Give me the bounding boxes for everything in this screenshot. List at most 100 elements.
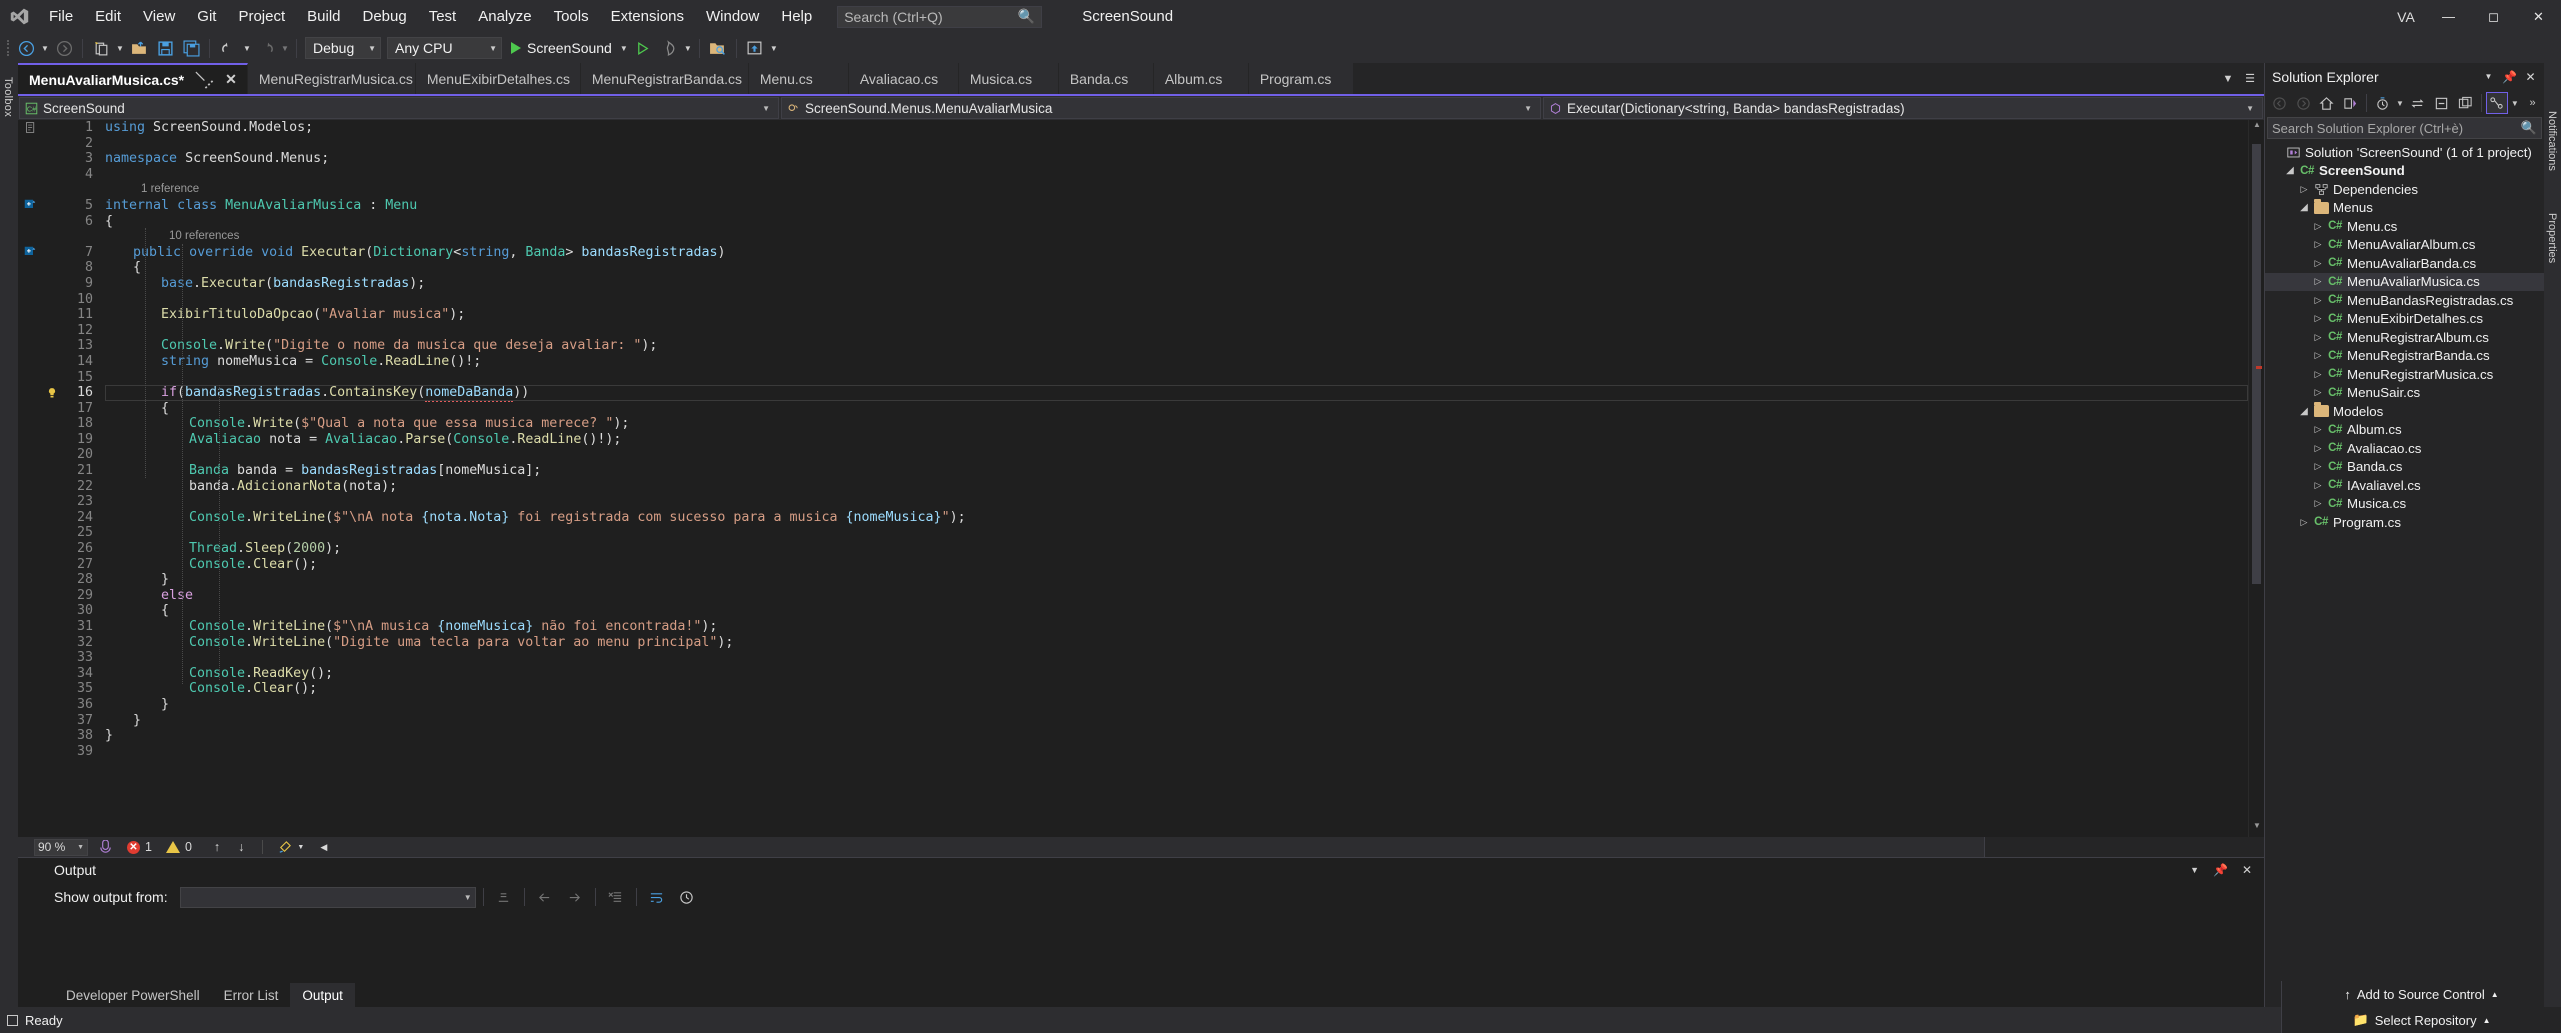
collapsed-twisty-icon[interactable]: ▷ bbox=[2311, 443, 2325, 454]
code-line[interactable] bbox=[105, 323, 2248, 339]
save-all-icon[interactable] bbox=[178, 35, 204, 61]
next-issue-button[interactable]: ↓ bbox=[238, 840, 244, 854]
code-line[interactable]: string nomeMusica = Console.ReadLine()!; bbox=[105, 354, 2248, 370]
code-line[interactable]: if(bandasRegistradas.ContainsKey(nomeDaB… bbox=[105, 385, 2248, 403]
build-configuration-select[interactable]: Debug ▼ bbox=[305, 37, 381, 59]
pending-changes-icon[interactable] bbox=[2339, 92, 2362, 114]
menu-project[interactable]: Project bbox=[227, 0, 296, 33]
quick-search-input[interactable]: Search (Ctrl+Q) 🔍 bbox=[837, 5, 1043, 28]
properties-label[interactable]: Properties bbox=[2546, 213, 2558, 263]
word-wrap-icon[interactable] bbox=[644, 885, 670, 909]
undo-dropdown[interactable]: ▼ bbox=[241, 35, 253, 61]
close-tab-icon[interactable]: ✕ bbox=[225, 71, 237, 88]
code-line[interactable]: internal class MenuAvaliarMusica : Menu bbox=[105, 198, 2248, 214]
tree-item-menuavaliarmusica-cs[interactable]: ▷ C# MenuAvaliarMusica.cs bbox=[2265, 272, 2544, 291]
previous-issue-button[interactable]: ↑ bbox=[214, 840, 220, 854]
tab-error-list[interactable]: Error List bbox=[212, 983, 291, 1007]
code-line[interactable]: { bbox=[105, 603, 2248, 619]
menu-file[interactable]: File bbox=[38, 0, 84, 33]
toolbox-dock-strip[interactable]: Toolbox bbox=[0, 63, 18, 1007]
menu-extensions[interactable]: Extensions bbox=[600, 0, 695, 33]
tab-menuregistrarmusica[interactable]: MenuRegistrarMusica.cs bbox=[247, 63, 416, 94]
tree-item-menuregistrarbanda-cs[interactable]: ▷ C# MenuRegistrarBanda.cs bbox=[2265, 347, 2544, 366]
collapsed-twisty-icon[interactable]: ▷ bbox=[2311, 332, 2325, 343]
tree-item-modelos[interactable]: ◢ Modelos bbox=[2265, 402, 2544, 421]
menu-window[interactable]: Window bbox=[695, 0, 770, 33]
show-output-from-select[interactable]: ▼ bbox=[179, 886, 476, 908]
tab-output[interactable]: Output bbox=[290, 983, 355, 1007]
code-line[interactable] bbox=[105, 494, 2248, 510]
code-cleanup-icon[interactable]: ▼ bbox=[277, 840, 304, 855]
tree-item-menus[interactable]: ◢ Menus bbox=[2265, 198, 2544, 218]
tab-banda[interactable]: Banda.cs bbox=[1058, 63, 1154, 94]
collapsed-twisty-icon[interactable]: ▷ bbox=[2311, 313, 2325, 324]
scroll-up-icon[interactable]: ▲ bbox=[2249, 120, 2265, 136]
solution-explorer-search-input[interactable]: Search Solution Explorer (Ctrl+è) 🔍 bbox=[2267, 117, 2542, 139]
code-line[interactable]: } bbox=[105, 713, 2248, 729]
pin-icon[interactable]: —⋮ bbox=[192, 66, 219, 93]
platform-select[interactable]: Any CPU ▼ bbox=[387, 37, 502, 59]
tree-item-menu-cs[interactable]: ▷ C# Menu.cs bbox=[2265, 217, 2544, 236]
collapsed-twisty-icon[interactable]: ▷ bbox=[2311, 221, 2325, 232]
code-text[interactable]: using ScreenSound.Modelos; namespace Scr… bbox=[97, 120, 2248, 837]
collapsed-twisty-icon[interactable]: ▷ bbox=[2297, 184, 2311, 195]
code-line[interactable] bbox=[105, 136, 2248, 152]
show-all-files-icon[interactable] bbox=[2454, 92, 2477, 114]
chevron-down-icon[interactable]: ▼ bbox=[2509, 92, 2520, 114]
code-line[interactable]: ExibirTituloDaOpcao("Avaliar musica"); bbox=[105, 307, 2248, 323]
home-icon[interactable] bbox=[2315, 92, 2338, 114]
member-select[interactable]: Executar(Dictionary<string, Banda> banda… bbox=[1543, 97, 2263, 119]
account-avatar[interactable]: VA bbox=[2386, 4, 2426, 30]
code-line[interactable]: Console.WriteLine("Digite uma tecla para… bbox=[105, 635, 2248, 651]
inheritance-marker-icon[interactable] bbox=[24, 199, 36, 211]
menu-build[interactable]: Build bbox=[296, 0, 351, 33]
collapsed-twisty-icon[interactable]: ▷ bbox=[2311, 276, 2325, 287]
tree-item-iavaliavel-cs[interactable]: ▷ C# IAvaliavel.cs bbox=[2265, 476, 2544, 495]
repository-icon[interactable] bbox=[705, 35, 731, 61]
menu-tools[interactable]: Tools bbox=[543, 0, 600, 33]
pin-icon[interactable]: 📌 bbox=[2500, 66, 2519, 88]
chevron-down-icon[interactable]: ▼ bbox=[2395, 92, 2406, 114]
forward-icon[interactable] bbox=[2292, 92, 2315, 114]
tree-item-menubandasregistradas-cs[interactable]: ▷ C# MenuBandasRegistradas.cs bbox=[2265, 291, 2544, 310]
collapse-all-icon[interactable] bbox=[2430, 92, 2453, 114]
code-line[interactable]: Console.Clear(); bbox=[105, 557, 2248, 573]
collapse-usings-icon[interactable] bbox=[24, 121, 37, 134]
tab-program[interactable]: Program.cs bbox=[1248, 63, 1354, 94]
code-line[interactable]: } bbox=[105, 728, 2248, 744]
tab-avaliacao[interactable]: Avaliacao.cs bbox=[848, 63, 959, 94]
right-dock-strip[interactable]: Notifications Properties bbox=[2544, 63, 2561, 1007]
code-line[interactable]: Thread.Sleep(2000); bbox=[105, 541, 2248, 557]
start-debugging-button[interactable]: ScreenSound bbox=[505, 35, 618, 61]
tree-item-program-cs[interactable]: ▷ C# Program.cs bbox=[2265, 513, 2544, 532]
collapsed-twisty-icon[interactable]: ▷ bbox=[2311, 295, 2325, 306]
tab-menuexibirdetalhes[interactable]: MenuExibirDetalhes.cs bbox=[415, 63, 581, 94]
code-line[interactable]: } bbox=[105, 572, 2248, 588]
expanded-twisty-icon[interactable]: ◢ bbox=[2283, 165, 2297, 176]
lightbulb-icon[interactable] bbox=[46, 386, 58, 400]
add-to-source-control-button[interactable]: ↑ Add to Source Control ▲ bbox=[2332, 981, 2510, 1007]
save-icon[interactable] bbox=[152, 35, 178, 61]
error-count-indicator[interactable]: ✕ 1 bbox=[127, 840, 152, 854]
code-line[interactable] bbox=[105, 167, 2248, 183]
code-line[interactable]: { bbox=[105, 401, 2248, 417]
tree-item-banda-cs[interactable]: ▷ C# Banda.cs bbox=[2265, 458, 2544, 477]
back-icon[interactable] bbox=[2268, 92, 2291, 114]
code-line[interactable] bbox=[105, 292, 2248, 308]
code-line[interactable]: } bbox=[105, 697, 2248, 713]
code-line[interactable]: Console.WriteLine($"\nA nota {nota.Nota}… bbox=[105, 510, 2248, 526]
editor-vertical-scrollbar[interactable]: ▲ ▼ bbox=[2248, 120, 2264, 837]
close-icon[interactable]: ✕ bbox=[2242, 863, 2252, 877]
code-line[interactable]: { bbox=[105, 214, 2248, 230]
tree-item-menuavaliaralbum-cs[interactable]: ▷ C# MenuAvaliarAlbum.cs bbox=[2265, 236, 2544, 255]
live-preview-icon[interactable] bbox=[742, 35, 768, 61]
tab-developer-powershell[interactable]: Developer PowerShell bbox=[54, 983, 212, 1007]
code-line[interactable]: namespace ScreenSound.Menus; bbox=[105, 151, 2248, 167]
code-editor[interactable]: 1234 56 7 8 9 10 11 12 13 14 15 16 17 18 19 20 21 22 23 2… bbox=[18, 120, 2264, 837]
tree-item-album-cs[interactable]: ▷ C# Album.cs bbox=[2265, 421, 2544, 440]
overflow-icon[interactable]: » bbox=[2521, 92, 2544, 114]
tree-item-musica-cs[interactable]: ▷ C# Musica.cs bbox=[2265, 495, 2544, 514]
hot-reload-icon[interactable] bbox=[656, 35, 682, 61]
code-line[interactable]: Console.ReadKey(); bbox=[105, 666, 2248, 682]
menu-debug[interactable]: Debug bbox=[352, 0, 418, 33]
